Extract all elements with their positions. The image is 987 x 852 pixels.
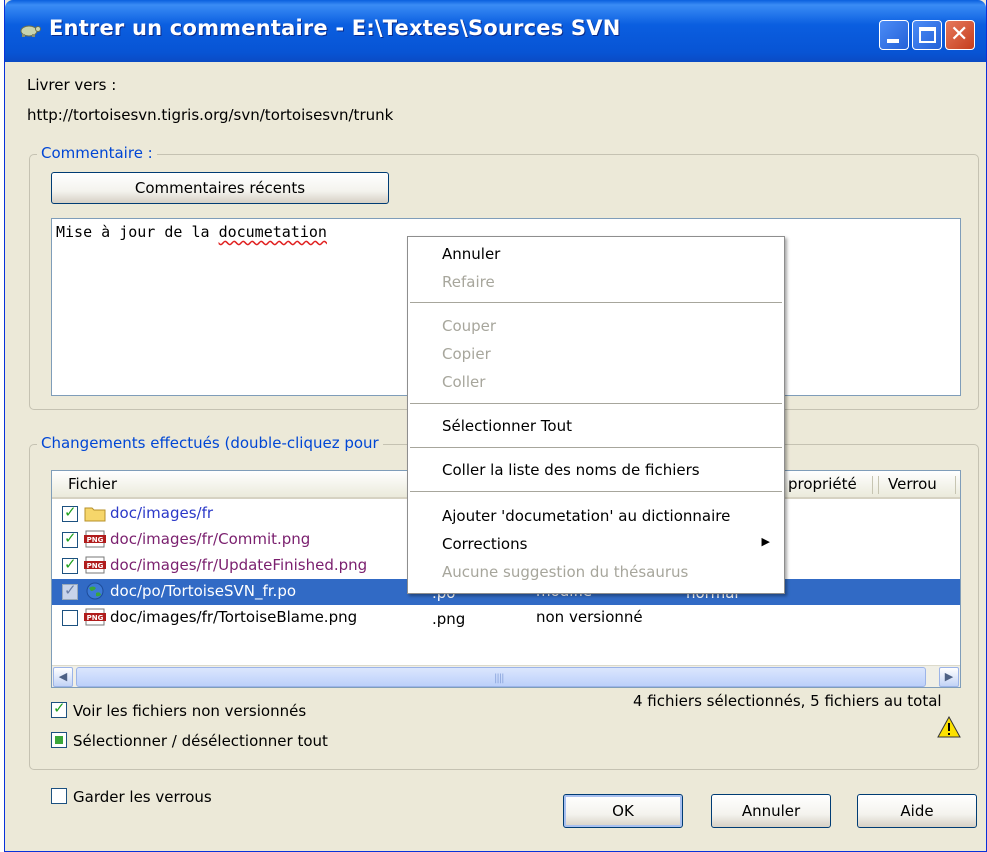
comment-text: Mise à jour de la	[56, 223, 219, 241]
menu-item-no-thesaurus: Aucune suggestion du thésaurus	[442, 563, 689, 581]
menu-item-paste-filenames[interactable]: Coller la liste des noms de fichiers	[442, 461, 700, 479]
column-lock[interactable]: Verrou	[888, 475, 937, 493]
menu-separator	[410, 447, 782, 448]
context-menu: Annuler Refaire Couper Copier Coller Sél…	[407, 236, 785, 594]
warning-icon	[937, 716, 961, 738]
changes-group-legend: Changements effectués (double-cliquez po…	[37, 434, 383, 452]
file-name: doc/images/fr/TortoiseBlame.png	[110, 608, 358, 626]
grip-icon: ||||	[494, 673, 505, 684]
commit-dialog: Entrer un commentaire - E:\Textes\Source…	[4, 0, 987, 852]
menu-separator	[410, 491, 782, 492]
selection-summary: 4 fichiers sélectionnés, 5 fichiers au t…	[633, 692, 942, 710]
column-property[interactable]: propriété	[788, 475, 857, 493]
commit-target-label: Livrer vers :	[27, 76, 117, 94]
png-file-icon: PNG	[84, 530, 106, 548]
scroll-right-arrow[interactable]: ▶	[939, 667, 959, 687]
check-icon: ✓	[64, 503, 77, 521]
menu-item-corrections[interactable]: Corrections ▶	[442, 535, 782, 553]
check-icon: ✓	[64, 529, 77, 547]
select-all-checkbox[interactable]	[51, 732, 67, 748]
show-unversioned-label[interactable]: Voir les fichiers non versionnés	[73, 702, 306, 720]
menu-item-cut: Couper	[442, 317, 497, 335]
show-unversioned-checkbox[interactable]: ✓	[51, 699, 67, 718]
help-button[interactable]: Aide	[857, 794, 977, 828]
indeterminate-icon	[55, 736, 63, 744]
column-separator[interactable]	[872, 476, 873, 494]
svg-text:PNG: PNG	[87, 536, 104, 544]
file-name: doc/images/fr/Commit.png	[110, 530, 311, 548]
menu-separator	[410, 403, 782, 404]
menu-item-paste: Coller	[442, 373, 486, 391]
file-extension: .png	[432, 610, 466, 628]
row-checkbox[interactable]: ✓	[62, 529, 78, 548]
keep-locks-label[interactable]: Garder les verrous	[73, 788, 212, 806]
menu-item-select-all[interactable]: Sélectionner Tout	[442, 417, 572, 435]
check-icon: ✓	[64, 581, 77, 599]
row-checkbox[interactable]: ✓	[62, 581, 78, 600]
minimize-button[interactable]	[879, 20, 909, 50]
tortoise-app-icon	[20, 25, 41, 37]
check-icon: ✓	[53, 699, 66, 717]
menu-separator	[410, 302, 782, 303]
column-separator[interactable]	[878, 476, 879, 494]
scroll-thumb[interactable]: ||||	[76, 667, 926, 687]
window-title: Entrer un commentaire - E:\Textes\Source…	[49, 16, 621, 40]
comment-group-legend: Commentaire :	[37, 144, 157, 162]
minimize-icon	[887, 39, 899, 43]
misspelled-word[interactable]: documetation	[219, 223, 327, 241]
file-name: doc/images/fr/UpdateFinished.png	[110, 556, 368, 574]
menu-item-redo: Refaire	[442, 273, 495, 291]
cancel-button[interactable]: Annuler	[711, 794, 831, 828]
file-name: doc/po/TortoiseSVN_fr.po	[110, 582, 297, 600]
ok-button[interactable]: OK	[563, 794, 683, 828]
maximize-button[interactable]	[912, 20, 942, 50]
row-checkbox[interactable]	[62, 610, 78, 626]
menu-item-corrections-label: Corrections	[442, 535, 528, 553]
menu-item-undo[interactable]: Annuler	[442, 245, 500, 263]
globe-icon	[86, 582, 104, 600]
svg-text:PNG: PNG	[87, 562, 104, 570]
close-icon: ✕	[950, 22, 969, 47]
horizontal-scrollbar[interactable]: ◀ |||| ▶	[52, 665, 960, 687]
check-icon: ✓	[64, 555, 77, 573]
table-row[interactable]: PNG doc/images/fr/TortoiseBlame.png .png…	[52, 605, 960, 631]
svg-text:PNG: PNG	[87, 614, 104, 622]
folder-icon	[84, 507, 106, 522]
maximize-icon	[919, 27, 936, 43]
menu-item-copy: Copier	[442, 345, 491, 363]
file-name: doc/images/fr	[110, 504, 214, 522]
column-separator[interactable]	[955, 476, 956, 494]
keep-locks-checkbox[interactable]	[51, 788, 67, 804]
column-file[interactable]: Fichier	[68, 475, 117, 493]
recent-comments-button[interactable]: Commentaires récents	[51, 172, 389, 204]
file-status: non versionné	[536, 608, 643, 626]
title-bar[interactable]: Entrer un commentaire - E:\Textes\Source…	[5, 0, 986, 62]
close-button[interactable]: ✕	[945, 20, 975, 50]
png-file-icon: PNG	[84, 556, 106, 574]
png-file-icon: PNG	[84, 608, 106, 626]
submenu-arrow-icon: ▶	[761, 535, 770, 548]
select-all-label[interactable]: Sélectionner / désélectionner tout	[73, 732, 328, 750]
row-checkbox[interactable]: ✓	[62, 503, 78, 522]
commit-target-url: http://tortoisesvn.tigris.org/svn/tortoi…	[27, 106, 394, 124]
row-checkbox[interactable]: ✓	[62, 555, 78, 574]
scroll-left-arrow[interactable]: ◀	[53, 667, 73, 687]
menu-item-add-to-dictionary[interactable]: Ajouter 'documetation' au dictionnaire	[442, 507, 730, 525]
